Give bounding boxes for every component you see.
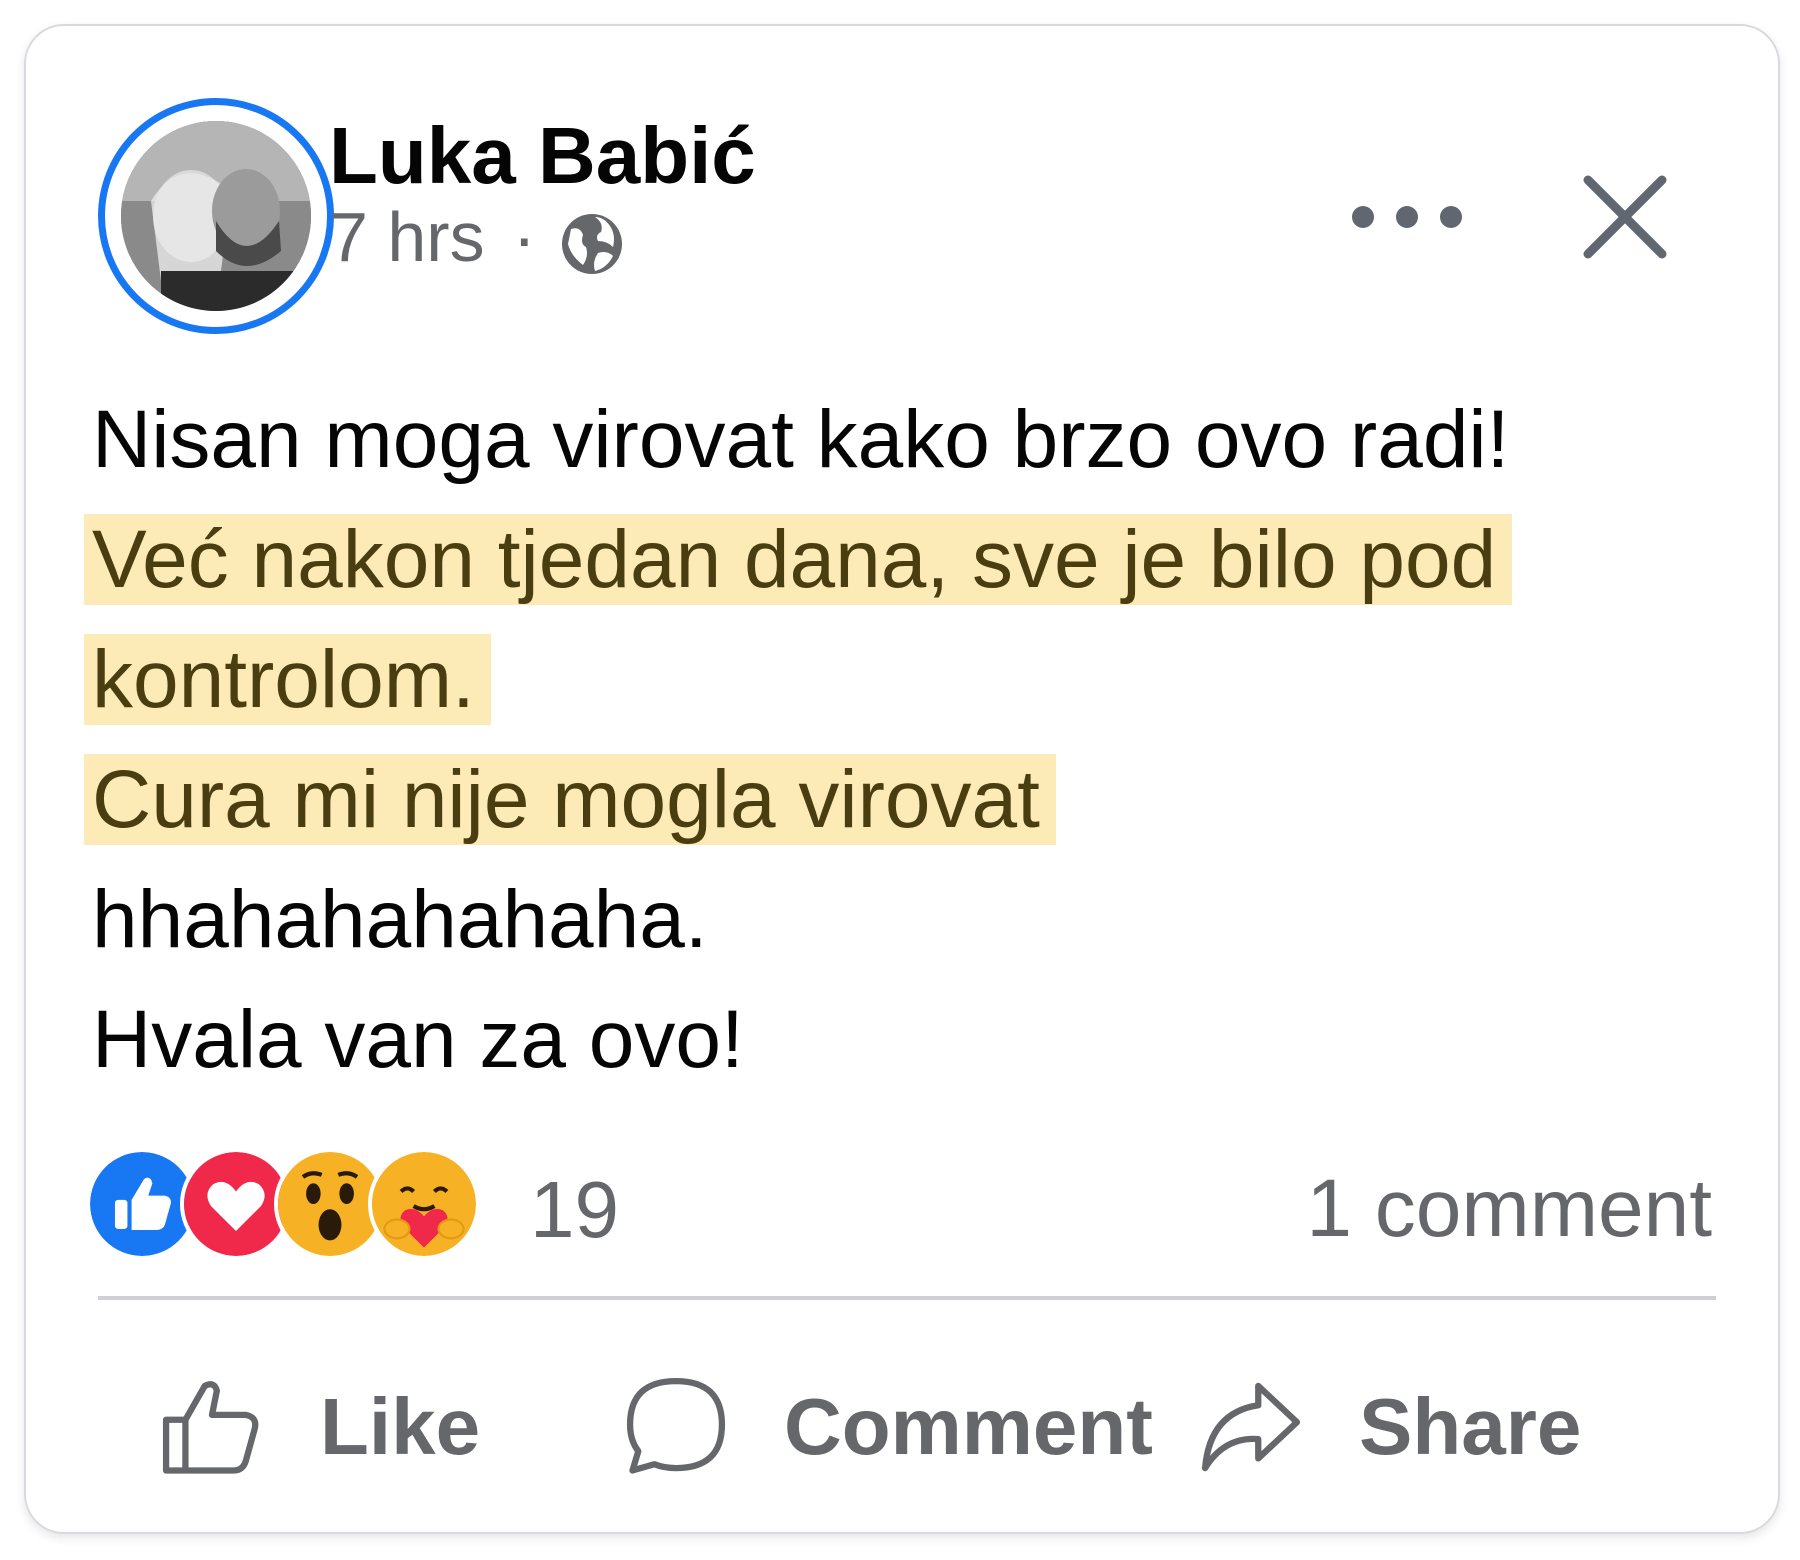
highlighted-text: kontrolom. [84, 634, 491, 725]
like-label: Like [320, 1382, 481, 1471]
avatar-photo [121, 121, 311, 311]
post-line: Cura mi nije mogla virovat [84, 740, 1712, 860]
post-body: Nisan moga virovat kako brzo ovo radi! V… [84, 380, 1712, 1100]
comment-icon [626, 1377, 726, 1474]
like-button[interactable]: Like [154, 1352, 480, 1502]
comment-label: Comment [784, 1382, 1153, 1471]
post-line: Već nakon tjedan dana, sve je bilo pod [84, 500, 1712, 620]
more-dot-icon [1352, 206, 1374, 228]
close-icon[interactable] [1580, 172, 1670, 262]
post-meta: 7 hrs · [329, 194, 628, 280]
post-line-text: hhahahahahaha. [92, 874, 708, 965]
share-label: Share [1359, 1382, 1582, 1471]
care-reaction-icon [368, 1148, 480, 1260]
comment-button[interactable]: Comment [618, 1352, 1153, 1502]
divider [98, 1296, 1716, 1300]
more-dot-icon [1396, 206, 1418, 228]
post-line: kontrolom. [84, 620, 1712, 740]
more-dot-icon [1440, 206, 1462, 228]
highlighted-text: Već nakon tjedan dana, sve je bilo pod [84, 514, 1513, 605]
more-options-button[interactable] [1352, 182, 1462, 252]
meta-separator: · [512, 198, 536, 276]
author-name[interactable]: Luka Babić [329, 110, 756, 202]
reaction-count[interactable]: 19 [530, 1164, 619, 1256]
post-line: Nisan moga virovat kako brzo ovo radi! [92, 380, 1712, 500]
comment-count[interactable]: 1 comment [1306, 1162, 1712, 1256]
reaction-summary[interactable] [86, 1148, 516, 1260]
share-button[interactable]: Share [1193, 1352, 1581, 1502]
post-card: Luka Babić 7 hrs · Nisan moga virovat ka… [24, 24, 1780, 1534]
share-icon [1201, 1382, 1301, 1472]
avatar[interactable] [98, 98, 334, 334]
post-line: hhahahahahaha. [92, 860, 1712, 980]
highlighted-text: Cura mi nije mogla virovat [84, 754, 1056, 845]
post-time[interactable]: 7 hrs [329, 197, 485, 277]
post-line-text: Nisan moga virovat kako brzo ovo radi! [92, 394, 1510, 485]
like-icon [162, 1381, 259, 1474]
post-line-text: Hvala van za ovo! [92, 994, 744, 1085]
post-line: Hvala van za ovo! [92, 980, 1712, 1100]
globe-icon [561, 214, 622, 274]
action-bar: Like Comment Share [98, 1352, 1716, 1502]
